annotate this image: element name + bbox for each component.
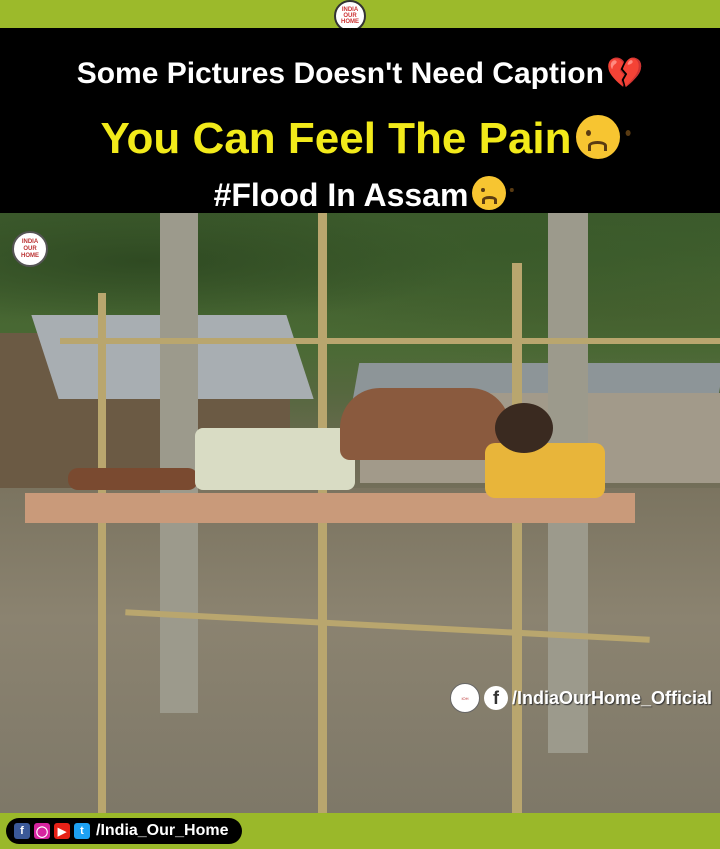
youtube-icon: ▶ — [54, 823, 70, 839]
facebook-icon: f — [14, 823, 30, 839]
tree-trunk-left — [160, 213, 198, 713]
caption-line-3-text: #Flood In Assam — [213, 177, 469, 213]
bamboo-crossbar — [60, 338, 720, 344]
person-feet — [68, 468, 198, 490]
broken-heart-icon: 💔 — [605, 57, 644, 90]
watermark: IOH f /IndiaOurHome_Official — [450, 683, 712, 713]
person-head — [495, 403, 553, 453]
caption-line-2-text: You Can Feel The Pain — [100, 114, 572, 163]
social-handle-text: /India_Our_Home — [96, 822, 229, 839]
person-legs — [195, 428, 355, 490]
social-handle-pill: f ◯ ▶ t /India_Our_Home — [6, 818, 242, 844]
flood-photo: INDIA OUR HOME IOH f /IndiaOurHome_Officia… — [0, 213, 720, 813]
facebook-icon: f — [484, 686, 508, 710]
bamboo-pole — [98, 293, 106, 813]
flood-water — [0, 488, 720, 813]
caption-line-3: #Flood In Assam — [0, 176, 720, 214]
caption-line-1: Some Pictures Doesn't Need Caption💔 — [0, 56, 720, 91]
sad-face-icon — [575, 115, 620, 159]
pillow — [485, 443, 605, 498]
caption-line-1-text: Some Pictures Doesn't Need Caption — [76, 57, 604, 90]
sad-face-icon — [472, 176, 507, 210]
caption-line-2: You Can Feel The Pain — [0, 114, 720, 164]
bamboo-pole — [512, 263, 522, 813]
watermark-text: /IndiaOurHome_Official — [512, 687, 713, 708]
twitter-icon: t — [74, 823, 90, 839]
brand-logo-watermark: IOH — [450, 683, 480, 713]
instagram-icon: ◯ — [34, 823, 50, 839]
brand-logo-photo: INDIA OUR HOME — [12, 231, 48, 267]
